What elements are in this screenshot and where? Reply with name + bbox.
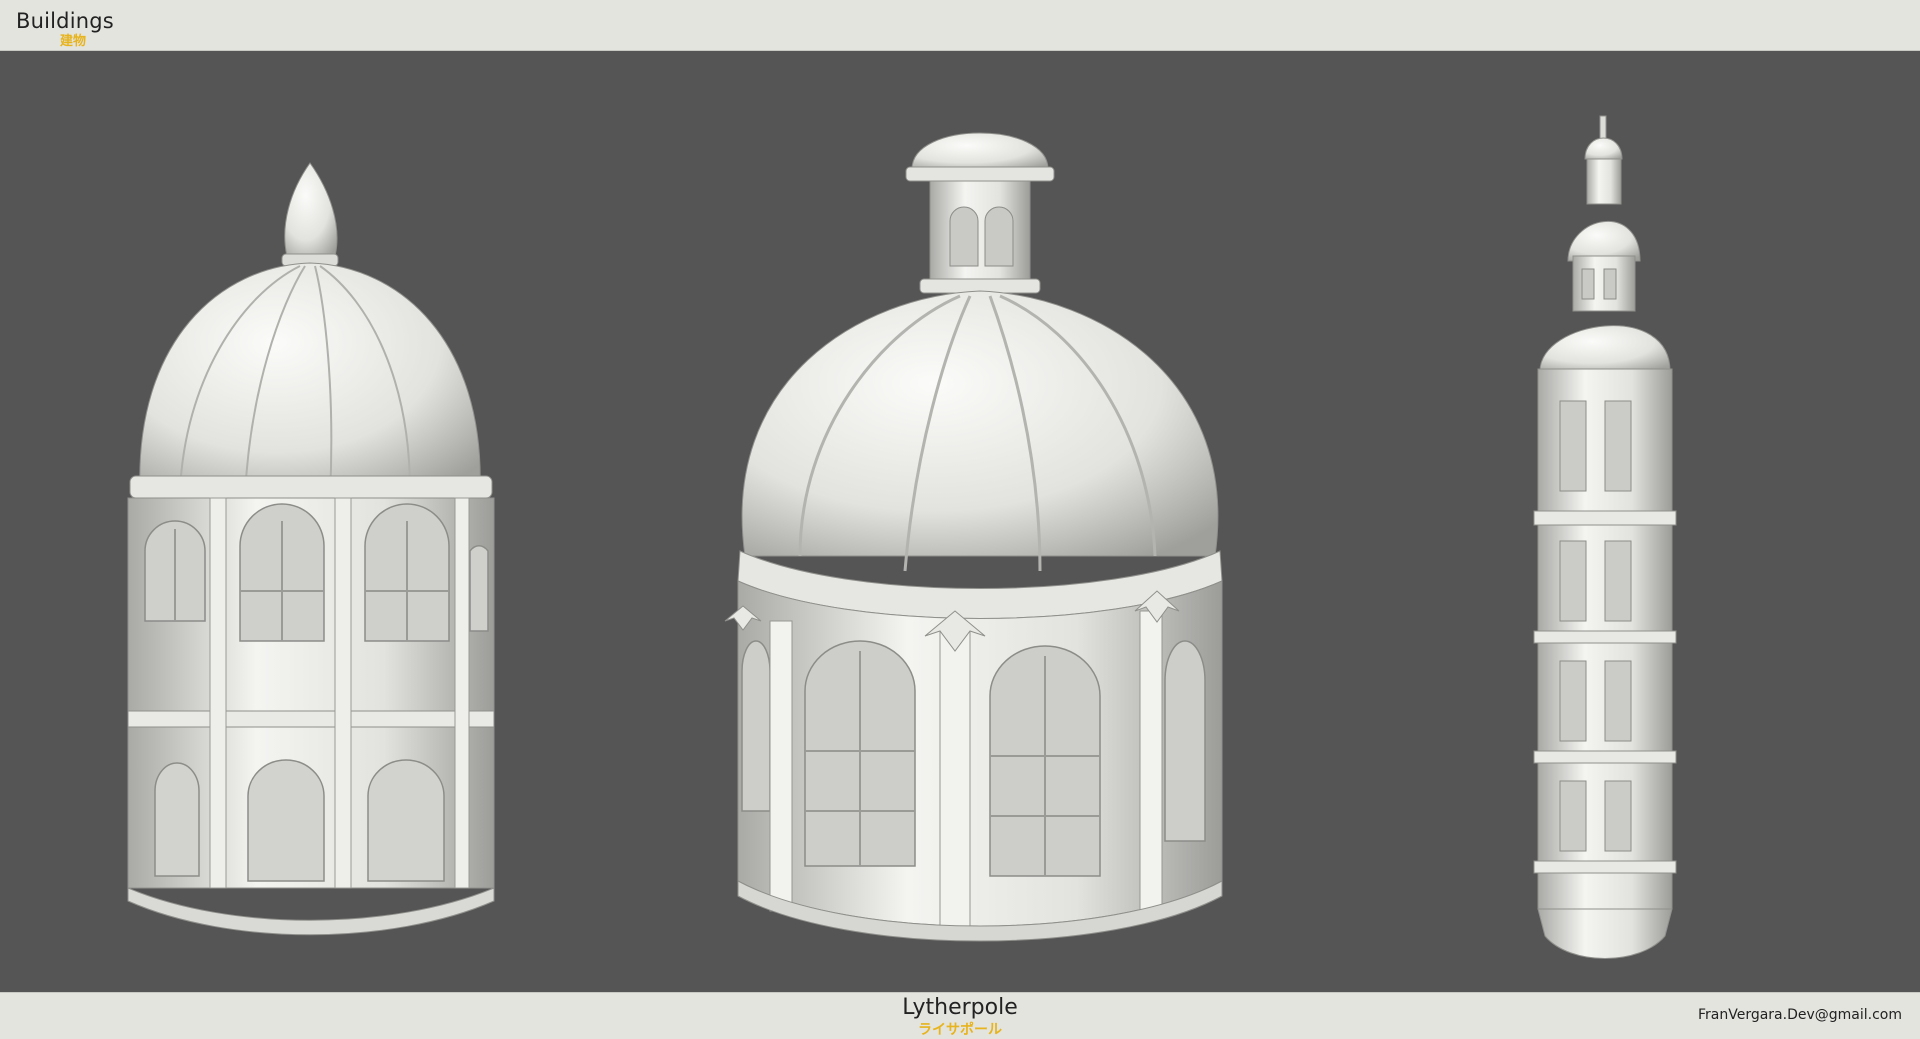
renders-canvas <box>127 115 1677 959</box>
section-subtitle: 建物 <box>60 34 87 49</box>
brand-subtitle: ライサポール <box>918 1022 1002 1038</box>
contact-email: FranVergara.Dev@gmail.com <box>1697 1007 1902 1023</box>
ribbed-dome-building <box>127 162 495 936</box>
render-viewport <box>0 51 1920 992</box>
header-bar: Buildings 建物 <box>0 0 1920 51</box>
tall-tower <box>1533 115 1677 959</box>
domed-pavilion-with-lantern <box>724 132 1223 942</box>
footer-bar: Lytherpole ライサポール FranVergara.Dev@gmail.… <box>0 992 1920 1039</box>
brand-name: Lytherpole <box>902 995 1018 1020</box>
